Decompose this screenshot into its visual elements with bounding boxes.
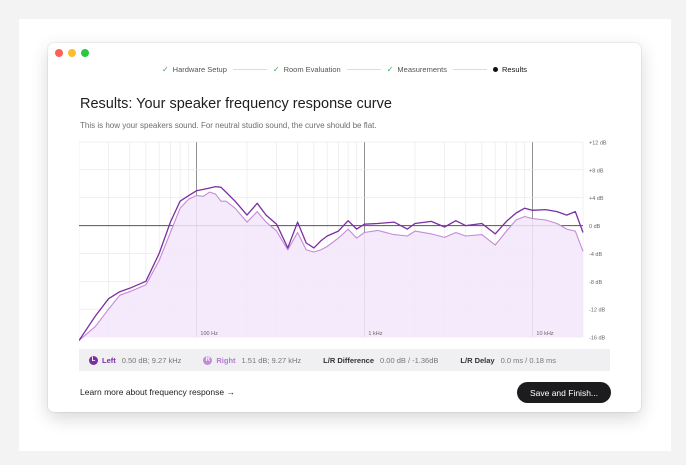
- right-channel-value: 1.51 dB; 9.27 kHz: [241, 355, 302, 365]
- left-channel-value: 0.50 dB; 9.27 kHz: [121, 355, 182, 365]
- lr-delay-stat: L/R Delay 0.0 ms / 0.18 ms: [460, 356, 556, 365]
- check-icon: ✓: [272, 64, 280, 74]
- x-tick-label: 10 kHz: [536, 331, 553, 337]
- step-label: Results: [502, 64, 528, 74]
- lr-difference-value: 0.00 dB / -1.36dB: [380, 355, 439, 365]
- step-room-evaluation[interactable]: ✓ Room Evaluation: [273, 65, 341, 74]
- close-window-button[interactable]: [55, 49, 63, 57]
- y-tick-label: -8 dB: [589, 280, 602, 286]
- y-tick-label: -4 dB: [589, 252, 602, 258]
- lr-delay-label: L/R Delay: [460, 355, 495, 365]
- learn-more-link[interactable]: Learn more about frequency response →: [80, 387, 235, 397]
- step-label: Measurements: [397, 64, 448, 74]
- right-channel-label: Right: [216, 355, 236, 365]
- app-window: ✓ Hardware Setup ✓ Room Evaluation ✓ Mea…: [48, 43, 641, 412]
- y-tick-label: -16 dB: [589, 336, 606, 342]
- lr-difference-stat: L/R Difference 0.00 dB / -1.36dB: [323, 356, 438, 365]
- chart-svg: +12 dB +8 dB +4 dB 0 dB -4 dB -8 dB -12 dB -16 …: [79, 141, 607, 342]
- lr-delay-value: 0.0 ms / 0.18 ms: [500, 355, 557, 365]
- right-channel-badge: R: [203, 355, 213, 365]
- page-subtitle: This is how your speakers sound. For neu…: [80, 121, 377, 130]
- measurement-stats-bar: L Left 0.50 dB; 9.27 kHz R Right 1.51 dB…: [79, 349, 610, 371]
- check-icon: ✓: [386, 64, 394, 74]
- step-divider: [232, 68, 267, 70]
- step-divider: [346, 68, 381, 70]
- y-tick-label: +4 dB: [589, 196, 604, 202]
- y-tick-label: -12 dB: [589, 308, 606, 314]
- step-divider: [453, 68, 488, 70]
- wizard-steps: ✓ Hardware Setup ✓ Room Evaluation ✓ Mea…: [48, 63, 641, 75]
- lr-difference-label: L/R Difference: [323, 355, 375, 365]
- step-label: Room Evaluation: [283, 64, 341, 74]
- y-tick-label: 0 dB: [589, 224, 601, 230]
- left-channel-badge: L: [89, 355, 98, 365]
- step-results[interactable]: Results: [493, 65, 527, 74]
- y-tick-label: +8 dB: [589, 168, 604, 174]
- step-label: Hardware Setup: [172, 64, 227, 74]
- window-controls: [55, 49, 89, 57]
- page-title: Results: Your speaker frequency response…: [80, 96, 392, 112]
- step-measurements[interactable]: ✓ Measurements: [387, 65, 447, 74]
- left-channel-label: Left: [102, 355, 116, 365]
- left-channel-stat: L Left 0.50 dB; 9.27 kHz: [89, 355, 182, 365]
- zoom-window-button[interactable]: [81, 49, 89, 57]
- y-tick-label: +12 dB: [589, 141, 607, 147]
- minimize-window-button[interactable]: [68, 49, 76, 57]
- save-and-finish-button[interactable]: Save and Finish...: [517, 382, 611, 403]
- right-channel-stat: R Right 1.51 dB; 9.27 kHz: [203, 355, 302, 365]
- x-tick-label: 100 Hz: [200, 331, 218, 337]
- x-tick-label: 1 kHz: [368, 331, 382, 337]
- check-icon: ✓: [161, 64, 169, 74]
- current-step-dot-icon: [493, 66, 499, 72]
- step-hardware-setup[interactable]: ✓ Hardware Setup: [162, 65, 227, 74]
- frequency-response-chart: +12 dB +8 dB +4 dB 0 dB -4 dB -8 dB -12 dB -16 …: [79, 140, 609, 343]
- response-area-fill: [79, 192, 583, 341]
